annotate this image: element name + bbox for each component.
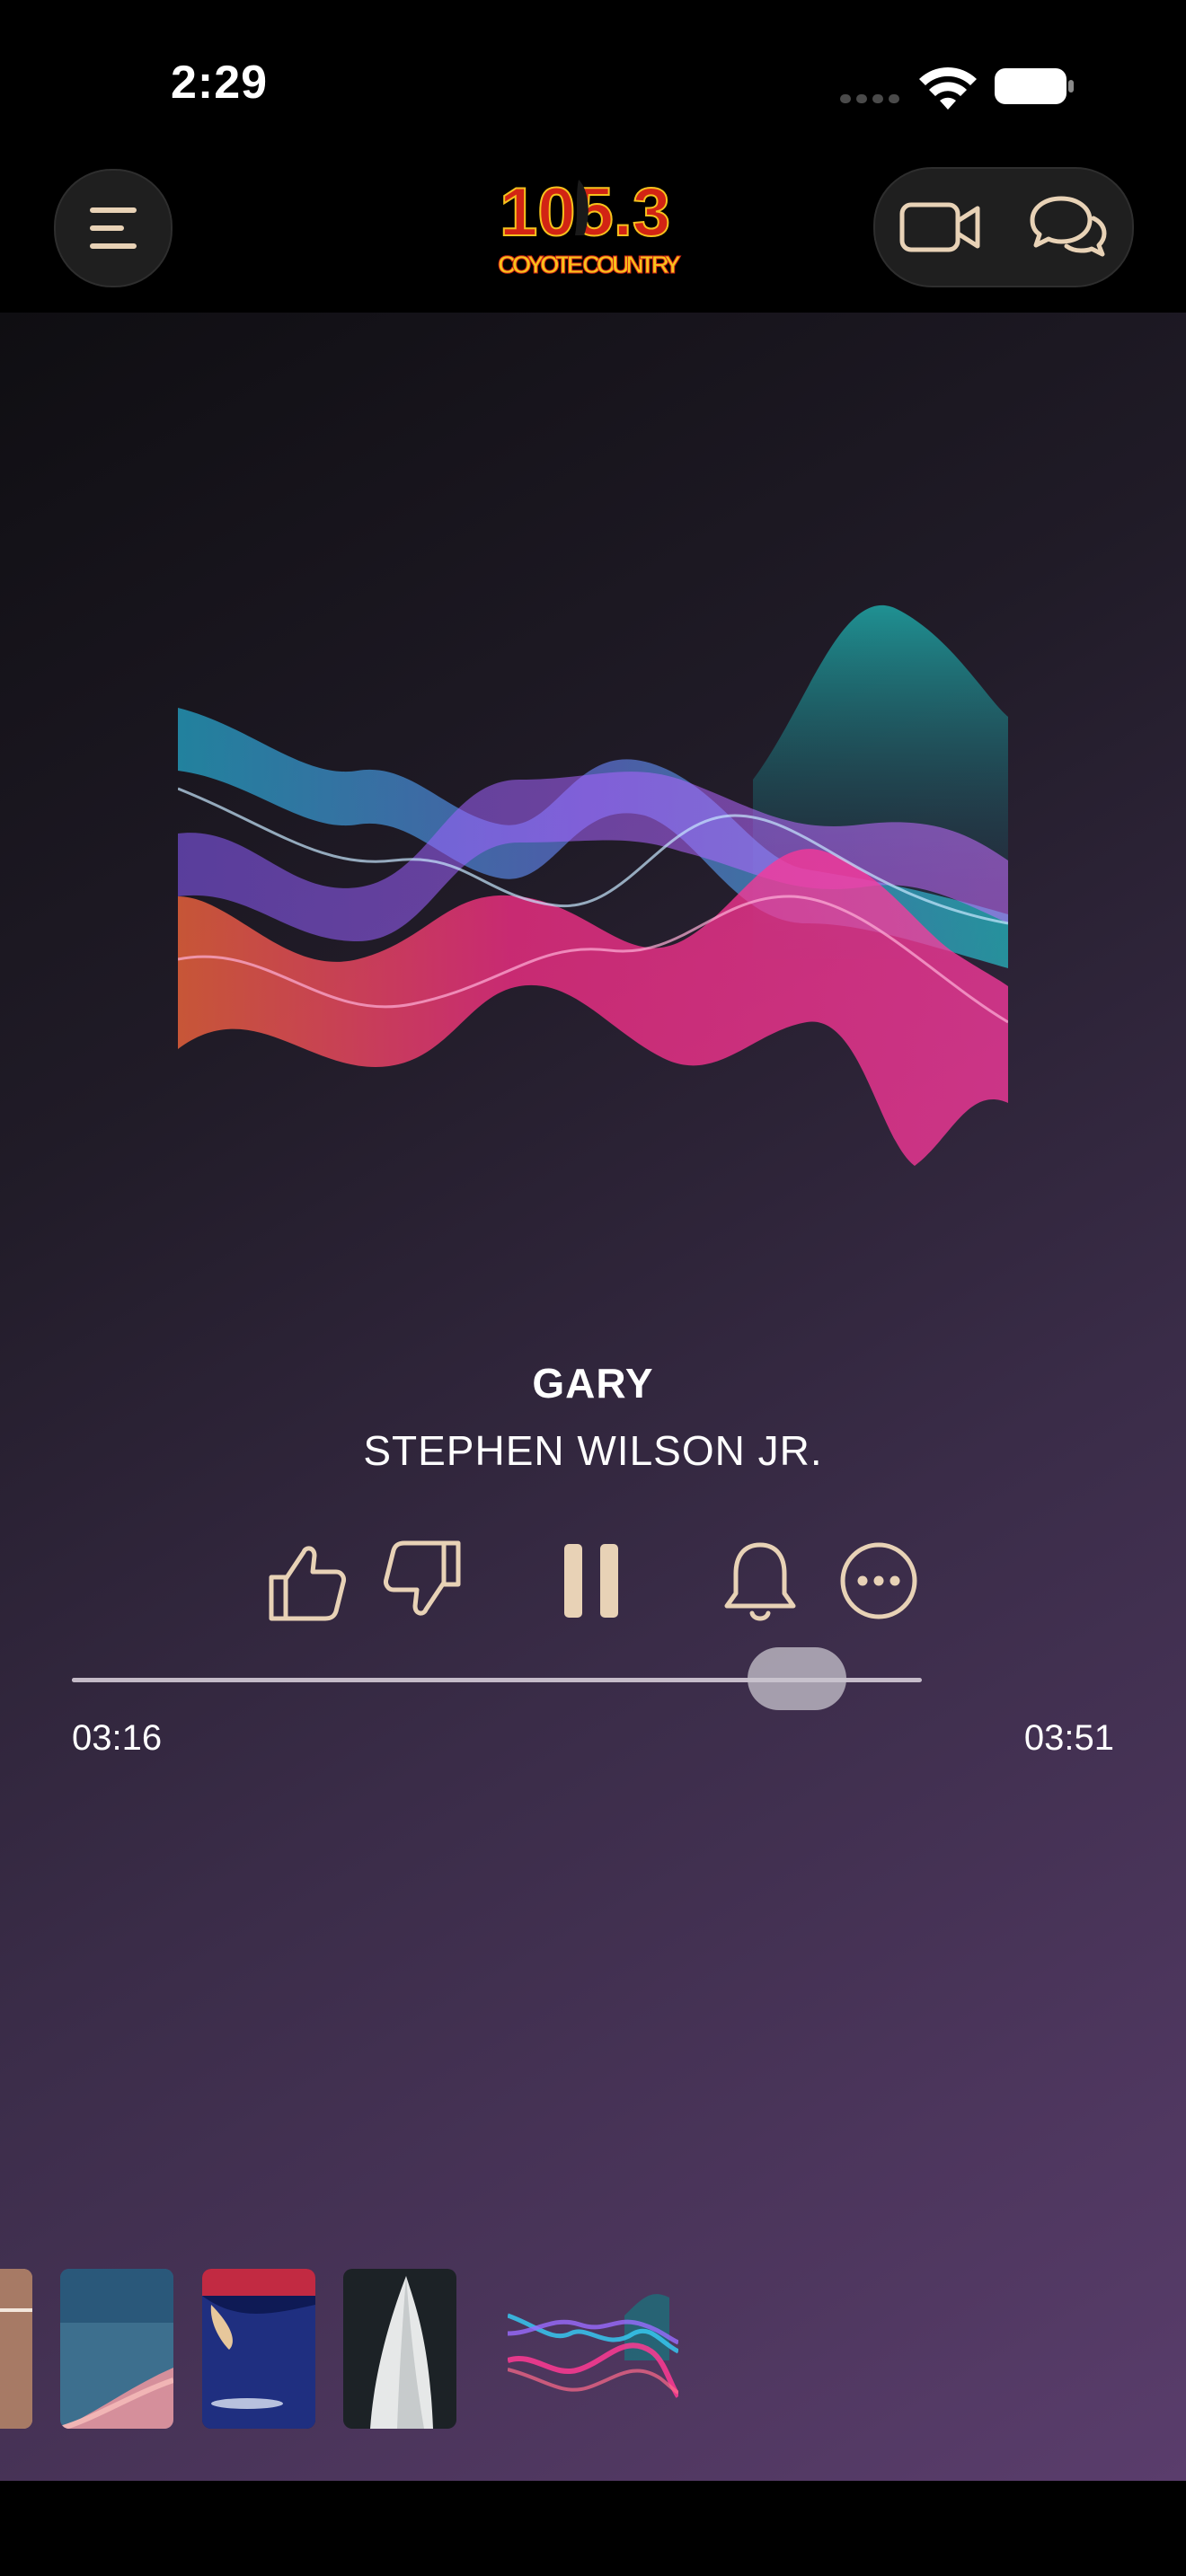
thumb-up-button[interactable] <box>261 1536 350 1626</box>
menu-button[interactable] <box>54 169 173 287</box>
thumb-down-button[interactable] <box>379 1536 469 1626</box>
elapsed-time: 03:16 <box>72 1718 163 1758</box>
status-bar: 2:29 105.3 COYOTE COUNTRY <box>0 0 1186 287</box>
svg-text:COYOTE COUNTRY: COYOTE COUNTRY <box>498 251 681 278</box>
progress-thumb[interactable] <box>747 1647 846 1710</box>
media-actions-pill <box>873 167 1134 287</box>
bottom-bar <box>0 2481 1186 2576</box>
status-time: 2:29 <box>171 57 269 109</box>
more-icon <box>840 1542 917 1619</box>
more-options-button[interactable] <box>834 1536 924 1626</box>
chat-icon[interactable] <box>1025 191 1111 263</box>
recent-track-thumbnail[interactable] <box>508 2280 678 2423</box>
recent-track-thumbnail[interactable] <box>343 2269 456 2429</box>
pause-icon <box>564 1544 618 1618</box>
notification-button[interactable] <box>715 1536 805 1626</box>
song-artist: STEPHEN WILSON JR. <box>363 1427 823 1474</box>
progress-fill <box>72 1678 797 1682</box>
thumb-up-icon <box>269 1546 346 1621</box>
battery-icon <box>995 68 1074 104</box>
album-artwork <box>178 604 1008 1166</box>
recent-track-thumbnail[interactable] <box>0 2269 32 2429</box>
now-playing-screen: GARY STEPHEN WILSON JR. 03:16 03:51 <box>0 313 1186 2481</box>
station-logo[interactable]: 105.3 COYOTE COUNTRY <box>492 172 686 280</box>
pause-button[interactable] <box>546 1536 636 1626</box>
recent-track-thumbnail[interactable] <box>202 2269 315 2429</box>
video-icon[interactable] <box>897 196 983 259</box>
wifi-icon <box>919 67 977 110</box>
cellular-signal-icon <box>840 94 899 103</box>
song-title: GARY <box>532 1360 654 1407</box>
thumb-down-icon <box>384 1540 461 1616</box>
total-duration: 03:51 <box>1023 1718 1114 1758</box>
bell-icon <box>724 1542 796 1621</box>
recent-track-thumbnail[interactable] <box>60 2269 173 2429</box>
menu-icon <box>90 207 137 249</box>
